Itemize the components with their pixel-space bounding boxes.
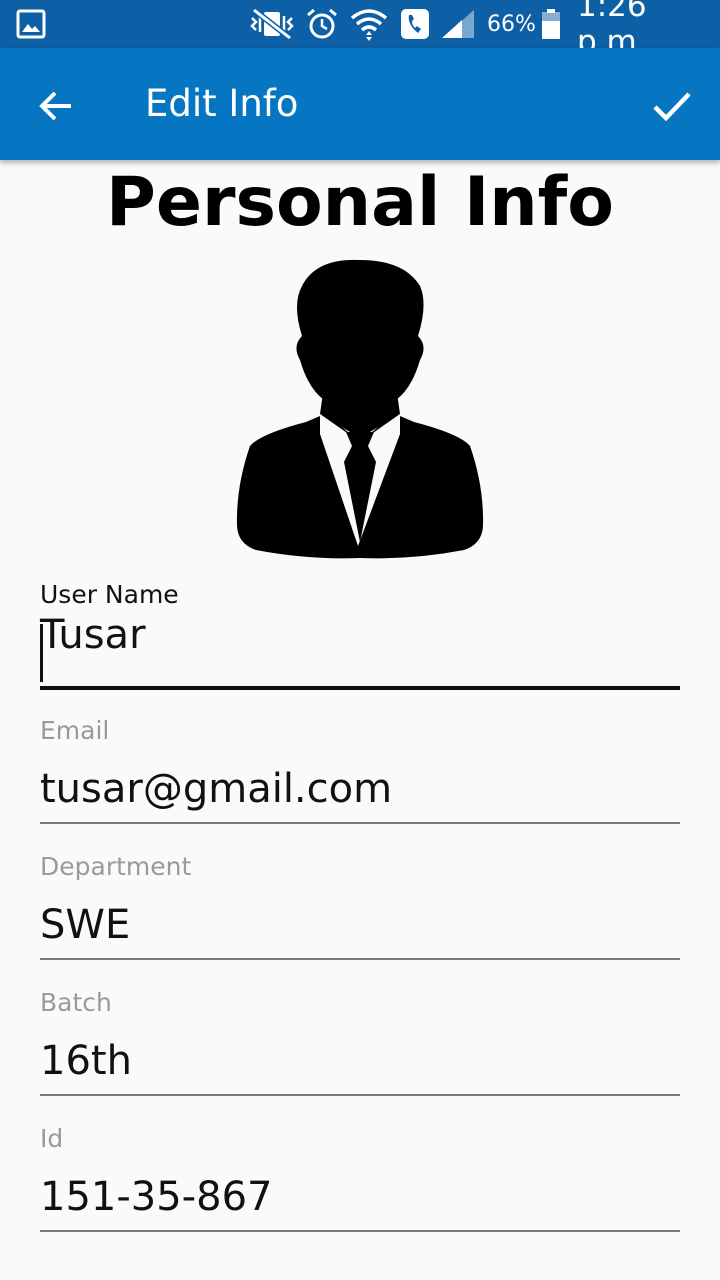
id-underline [40,1230,680,1232]
arrow-back-icon [39,91,71,121]
battery-percent: 66% [487,11,536,37]
department-input[interactable]: SWE [40,902,130,948]
status-bar: 66% 1:26 p.m. [0,0,720,60]
wifi-icon [350,0,388,48]
alarm-icon [305,0,339,48]
batch-input[interactable]: 16th [40,1038,132,1084]
batch-underline [40,1094,680,1096]
gallery-notification-icon [16,0,46,48]
id-label: Id [40,1124,64,1153]
username-underline [40,686,680,690]
department-underline [40,958,680,960]
vibrate-mute-icon [248,0,296,48]
email-label: Email [40,716,110,745]
check-icon [653,92,691,122]
wifi-calling-icon [400,0,430,48]
email-input[interactable]: tusar@gmail.com [40,766,392,812]
id-input[interactable]: 151-35-867 [40,1174,272,1220]
email-underline [40,822,680,824]
clock: 1:26 p.m. [577,0,647,60]
signal-strength-icon [440,0,476,48]
username-input[interactable]: Tusar [40,612,146,658]
app-bar-title: Edit Info [145,82,299,125]
avatar-icon [236,259,484,559]
battery-icon [540,0,562,48]
batch-label: Batch [40,988,112,1017]
save-button[interactable] [644,78,700,134]
department-label: Department [40,852,192,881]
page-title: Personal Info [106,163,614,242]
back-button[interactable] [28,78,84,134]
username-label: User Name [40,580,179,609]
app-bar: Edit Info [0,48,720,160]
